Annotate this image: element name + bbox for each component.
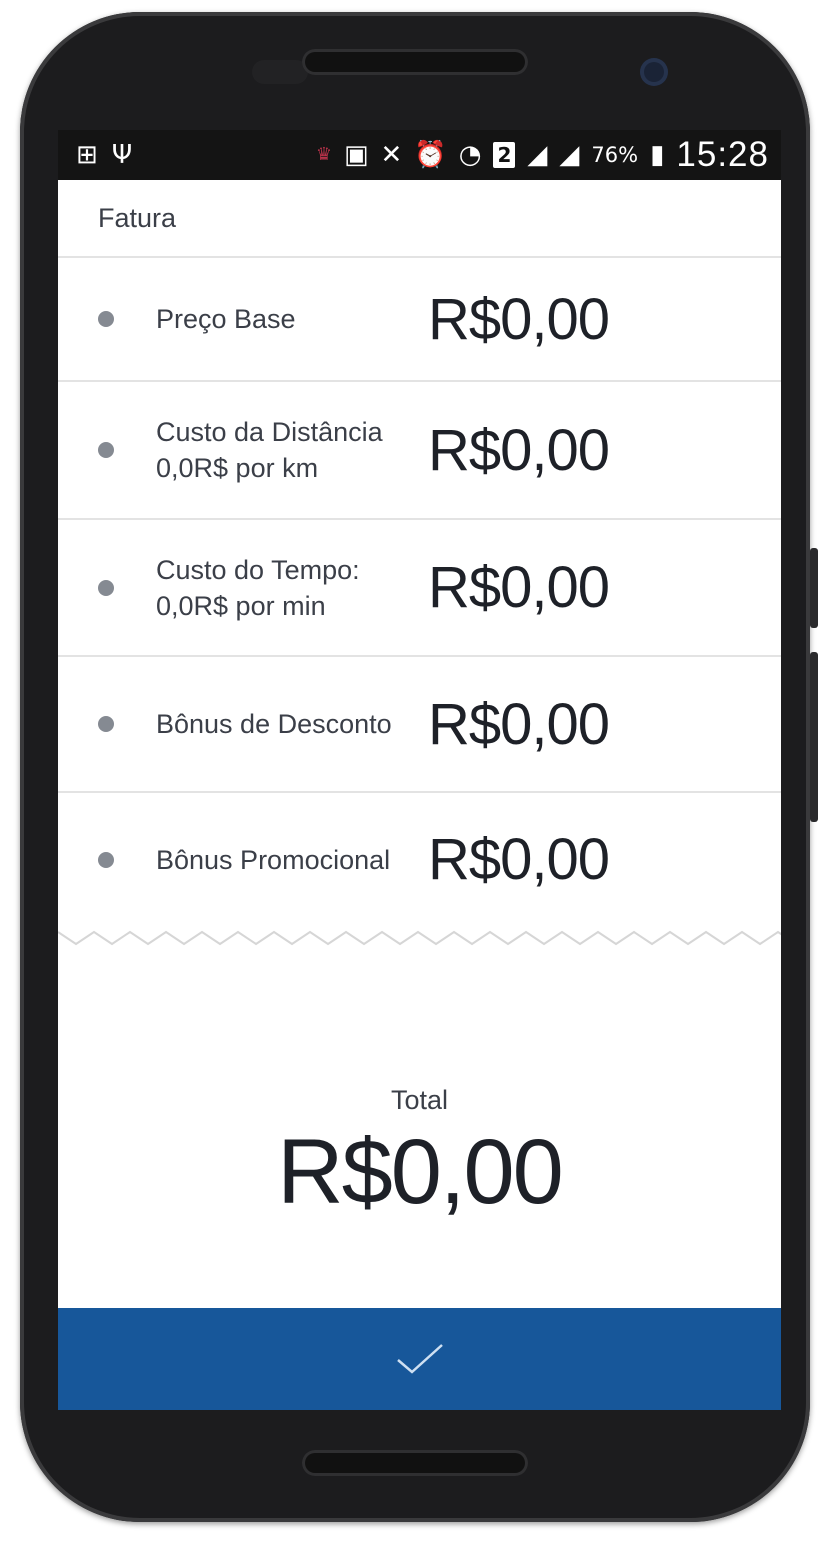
add-icon: ⊞ (76, 140, 98, 170)
status-bar: ⊞ Ψ ♛ ▣ ✕ ⏰ ◔ 2 ◢ ◢ 76% ▮ 15:28 (58, 130, 781, 180)
usb-icon: Ψ (111, 140, 133, 170)
item-label: Bônus Promocional (156, 842, 428, 878)
invoice-row-base-price: Preço Base R$0,00 (58, 258, 781, 382)
invoice-row-discount-bonus: Bônus de Desconto R$0,00 (58, 657, 781, 793)
proximity-sensor (252, 60, 308, 84)
bullet-icon (98, 851, 114, 868)
item-label: Preço Base (156, 301, 428, 337)
bullet-icon (98, 716, 114, 732)
wifi-icon: ◔ (458, 140, 482, 170)
bottom-speaker (302, 1450, 528, 1476)
item-title: Custo da Distância (156, 417, 383, 447)
item-title: Preço Base (156, 304, 296, 334)
item-rate: 0,0R$ por min (156, 590, 326, 621)
signal-roaming-icon: ◢ (559, 140, 580, 170)
sim-2-icon: 2 (493, 142, 516, 168)
checkmark-icon (396, 1344, 443, 1374)
invoice-row-distance-cost: Custo da Distância 0,0R$ por km R$0,00 (58, 382, 781, 520)
top-speaker (302, 49, 528, 75)
page-title: Fatura (58, 180, 781, 258)
front-camera (640, 58, 668, 86)
mute-icon: ✕ (380, 140, 403, 170)
image-icon: ▣ (343, 140, 369, 170)
invoice-row-time-cost: Custo do Tempo: 0,0R$ por min R$0,00 (58, 520, 781, 657)
receipt-tear-edge (58, 930, 781, 946)
alarm-icon: ⏰ (414, 140, 447, 170)
volume-button (810, 548, 818, 628)
item-amount: R$0,00 (428, 555, 610, 620)
item-amount: R$0,00 (428, 827, 610, 892)
item-amount: R$0,00 (428, 417, 610, 483)
battery-charging-icon: ▮ (650, 140, 665, 170)
clock: 15:28 (676, 135, 769, 174)
item-amount: R$0,00 (428, 691, 610, 757)
signal-icon: ◢ (527, 140, 548, 170)
item-rate: 0,0R$ por km (156, 453, 319, 483)
total-label: Total (390, 1085, 449, 1115)
bullet-icon (98, 579, 114, 596)
battery-percent: 76% (591, 143, 639, 167)
item-title: Custo do Tempo: (156, 554, 360, 585)
item-amount: R$0,00 (428, 286, 610, 352)
screen: ⊞ Ψ ♛ ▣ ✕ ⏰ ◔ 2 ◢ ◢ 76% ▮ 15:28 Fatura P… (58, 130, 781, 1410)
confirm-button[interactable] (58, 1308, 781, 1410)
invoice-row-promo-bonus: Bônus Promocional R$0,00 (58, 793, 781, 926)
item-label: Bônus de Desconto (156, 706, 428, 742)
item-title: Bônus Promocional (156, 844, 391, 875)
bullet-icon (98, 311, 114, 327)
power-button (810, 652, 818, 822)
bullet-icon (98, 442, 114, 458)
item-label: Custo do Tempo: 0,0R$ por min (156, 552, 428, 624)
item-label: Custo da Distância 0,0R$ por km (156, 414, 428, 486)
item-title: Bônus de Desconto (156, 709, 392, 739)
total-amount: R$0,00 (277, 1121, 564, 1223)
total-section: Total R$0,00 (58, 1085, 781, 1225)
notification-icon: ♛ (315, 144, 332, 165)
